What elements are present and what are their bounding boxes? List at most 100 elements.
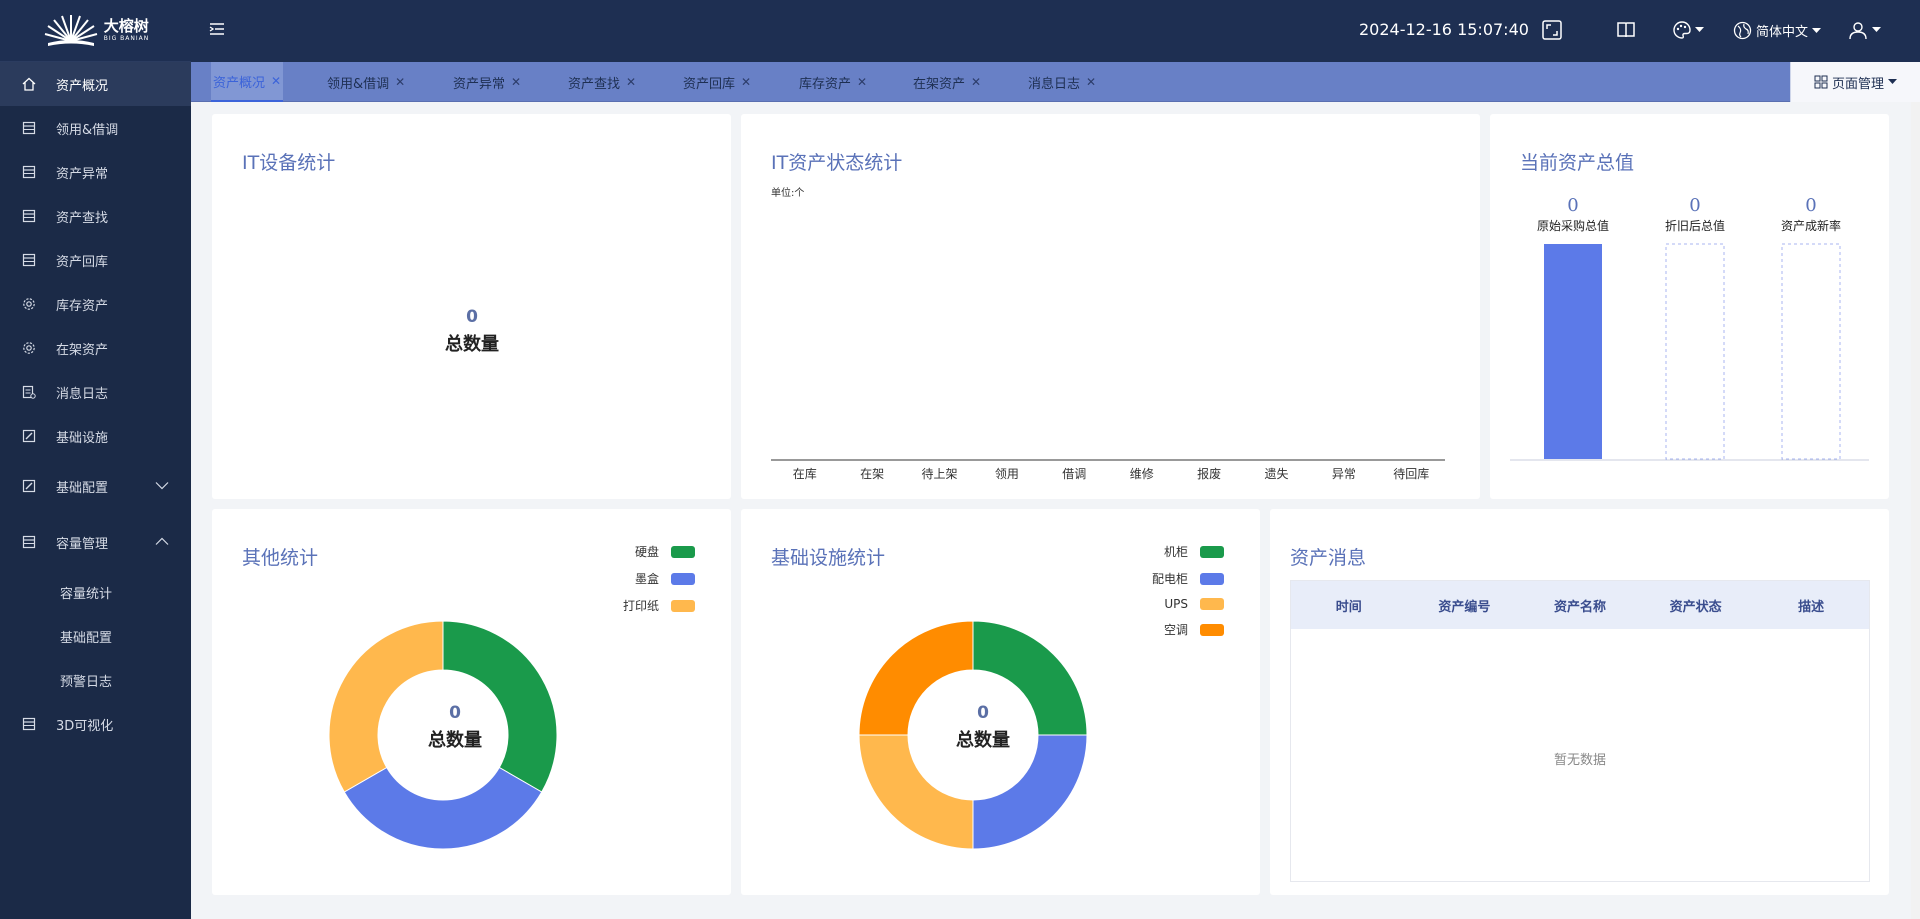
book-icon[interactable] xyxy=(1615,19,1637,45)
document-icon xyxy=(22,165,36,179)
close-icon[interactable]: ✕ xyxy=(971,75,981,89)
user-menu[interactable] xyxy=(1848,20,1881,40)
language-selector[interactable]: 简体中文 xyxy=(1733,21,1822,40)
sidebar-item-asset-search[interactable]: 资产查找 xyxy=(0,194,191,238)
log-icon xyxy=(22,385,36,399)
value-label: 0 xyxy=(1689,195,1700,216)
card-title: IT设备统计 xyxy=(242,152,336,174)
close-icon[interactable]: ✕ xyxy=(511,75,521,89)
category-label: 折旧后总值 xyxy=(1665,218,1725,233)
sidebar-item-asset-overview[interactable]: 资产概况 xyxy=(0,62,191,106)
sidebar-subitem-alert-log[interactable]: 预警日志 xyxy=(0,658,191,702)
close-icon[interactable]: ✕ xyxy=(395,75,405,89)
sidebar-item-label: 容量统计 xyxy=(60,586,113,602)
tab-message-log[interactable]: 消息日志 ✕ xyxy=(1028,62,1096,102)
sidebar-item-infrastructure[interactable]: 基础设施 xyxy=(0,414,191,458)
close-icon[interactable]: ✕ xyxy=(857,75,867,89)
current-datetime: 2024-12-16 15:07:40 xyxy=(1359,20,1529,39)
page-manager-label: 页面管理 xyxy=(1831,76,1884,92)
total-label: 总数量 xyxy=(956,730,1010,751)
category-label: 原始采购总值 xyxy=(1537,218,1609,233)
edit-icon xyxy=(22,429,36,443)
tab-borrow[interactable]: 领用&借调 ✕ xyxy=(327,62,405,102)
sidebar-item-asset-exception[interactable]: 资产异常 xyxy=(0,150,191,194)
total-label: 总数量 xyxy=(445,334,499,355)
sidebar-item-3d-visualization[interactable]: 3D可视化 xyxy=(0,702,191,746)
sidebar-item-capacity[interactable]: 容量管理 xyxy=(0,514,191,570)
tick-label: 借调 xyxy=(1062,467,1086,481)
bar xyxy=(1544,244,1602,459)
page-scrollbar[interactable] xyxy=(1911,102,1920,919)
tick-label: 遗失 xyxy=(1264,466,1288,481)
tick-label: 待上架 xyxy=(921,467,957,481)
fullscreen-icon[interactable] xyxy=(1541,19,1563,45)
chevron-up-icon xyxy=(155,535,169,550)
language-icon xyxy=(1733,21,1752,40)
close-icon[interactable]: ✕ xyxy=(741,75,751,89)
capacity-submenu: 容量统计 基础配置 预警日志 xyxy=(0,570,191,702)
tick-label: 维修 xyxy=(1130,466,1154,481)
chevron-down-icon xyxy=(1872,27,1881,32)
sidebar-menu: 资产概况 领用&借调 资产异常 资产查找 资产回库 库存资产 在架资产 消息日志… xyxy=(0,62,191,746)
tab-asset-return[interactable]: 资产回库 ✕ xyxy=(683,62,751,102)
document-icon xyxy=(22,209,36,223)
grid-icon xyxy=(1814,75,1828,89)
infrastructure-stats-donut-chart xyxy=(858,620,1088,850)
column-header-asset-id[interactable]: 资产编号 xyxy=(1407,596,1523,615)
sidebar-item-message-log[interactable]: 消息日志 xyxy=(0,370,191,414)
sidebar-item-label: 容量管理 xyxy=(56,536,109,552)
tab-label: 在架资产 xyxy=(913,76,966,92)
column-header-description[interactable]: 描述 xyxy=(1753,596,1869,615)
value-label: 0 xyxy=(1805,195,1816,216)
asset-value-card: 当前资产总值 0 原始采购总值 0 折旧后总值 0 资产成新率 xyxy=(1490,114,1889,499)
pie-slice xyxy=(972,734,1088,850)
tab-asset-exception[interactable]: 资产异常 ✕ xyxy=(453,62,521,102)
chevron-down-icon xyxy=(155,479,169,494)
sidebar-item-inventory[interactable]: 库存资产 xyxy=(0,282,191,326)
tick-label: 领用 xyxy=(995,467,1019,481)
close-icon[interactable]: ✕ xyxy=(271,74,281,88)
sidebar-item-label: 消息日志 xyxy=(56,386,109,402)
tab-asset-search[interactable]: 资产查找 ✕ xyxy=(568,62,636,102)
menu-toggle-icon[interactable] xyxy=(209,21,225,40)
pie-slice xyxy=(343,766,543,850)
sidebar-item-asset-return[interactable]: 资产回库 xyxy=(0,238,191,282)
empty-state: 暂无数据 xyxy=(1553,753,1606,768)
column-header-asset-status[interactable]: 资产状态 xyxy=(1638,596,1754,615)
it-asset-status-card: IT资产状态统计 单位:个 在库 在架 待上架 领用 借调 维修 报废 遗失 异常 待回库 xyxy=(741,114,1480,499)
other-stats-card: 其他统计 硬盘 墨盒 打印纸 0 总数量 xyxy=(212,509,731,895)
document-icon xyxy=(22,535,36,549)
total-summary: 0 总数量 xyxy=(375,703,535,752)
tab-racked[interactable]: 在架资产 ✕ xyxy=(913,62,981,102)
sidebar-item-base-config[interactable]: 基础配置 xyxy=(0,458,191,514)
tick-label: 在架 xyxy=(860,467,884,481)
tab-asset-overview[interactable]: 资产概况 ✕ xyxy=(211,62,284,102)
sidebar-item-label: 基础配置 xyxy=(60,630,113,646)
total-count: 0 xyxy=(977,703,989,723)
document-icon xyxy=(22,121,36,135)
it-device-stats-card: IT设备统计 0 总数量 xyxy=(212,114,731,499)
tab-inventory[interactable]: 库存资产 ✕ xyxy=(799,62,867,102)
theme-palette-icon[interactable] xyxy=(1672,20,1704,40)
gear-icon xyxy=(22,341,36,355)
bar xyxy=(1665,243,1725,460)
page-manager-button[interactable]: 页面管理 xyxy=(1790,62,1920,102)
close-icon[interactable]: ✕ xyxy=(626,75,636,89)
close-icon[interactable]: ✕ xyxy=(1086,75,1096,89)
sidebar-subitem-base-config[interactable]: 基础配置 xyxy=(0,614,191,658)
tab-label: 资产异常 xyxy=(453,76,506,92)
tab-label: 库存资产 xyxy=(799,76,852,92)
sidebar-item-racked[interactable]: 在架资产 xyxy=(0,326,191,370)
table-header: 时间 资产编号 资产名称 资产状态 描述 xyxy=(1291,581,1869,629)
column-header-time[interactable]: 时间 xyxy=(1291,596,1407,615)
language-label: 简体中文 xyxy=(1756,25,1809,40)
total-count: 0 xyxy=(449,703,461,723)
document-icon xyxy=(22,717,36,731)
tab-label: 资产回库 xyxy=(683,76,736,92)
column-header-asset-name[interactable]: 资产名称 xyxy=(1522,596,1638,615)
logo[interactable]: 大榕树 BIG BANIAN xyxy=(0,0,191,62)
sidebar-subitem-capacity-stats[interactable]: 容量统计 xyxy=(0,570,191,614)
tab-bar: 资产概况 ✕ 领用&借调 ✕ 资产异常 ✕ 资产查找 ✕ 资产回库 ✕ 库存资产 ✕ 在架资… xyxy=(191,62,1920,102)
sidebar-item-borrow[interactable]: 领用&借调 xyxy=(0,106,191,150)
total-label: 总数量 xyxy=(428,730,482,751)
